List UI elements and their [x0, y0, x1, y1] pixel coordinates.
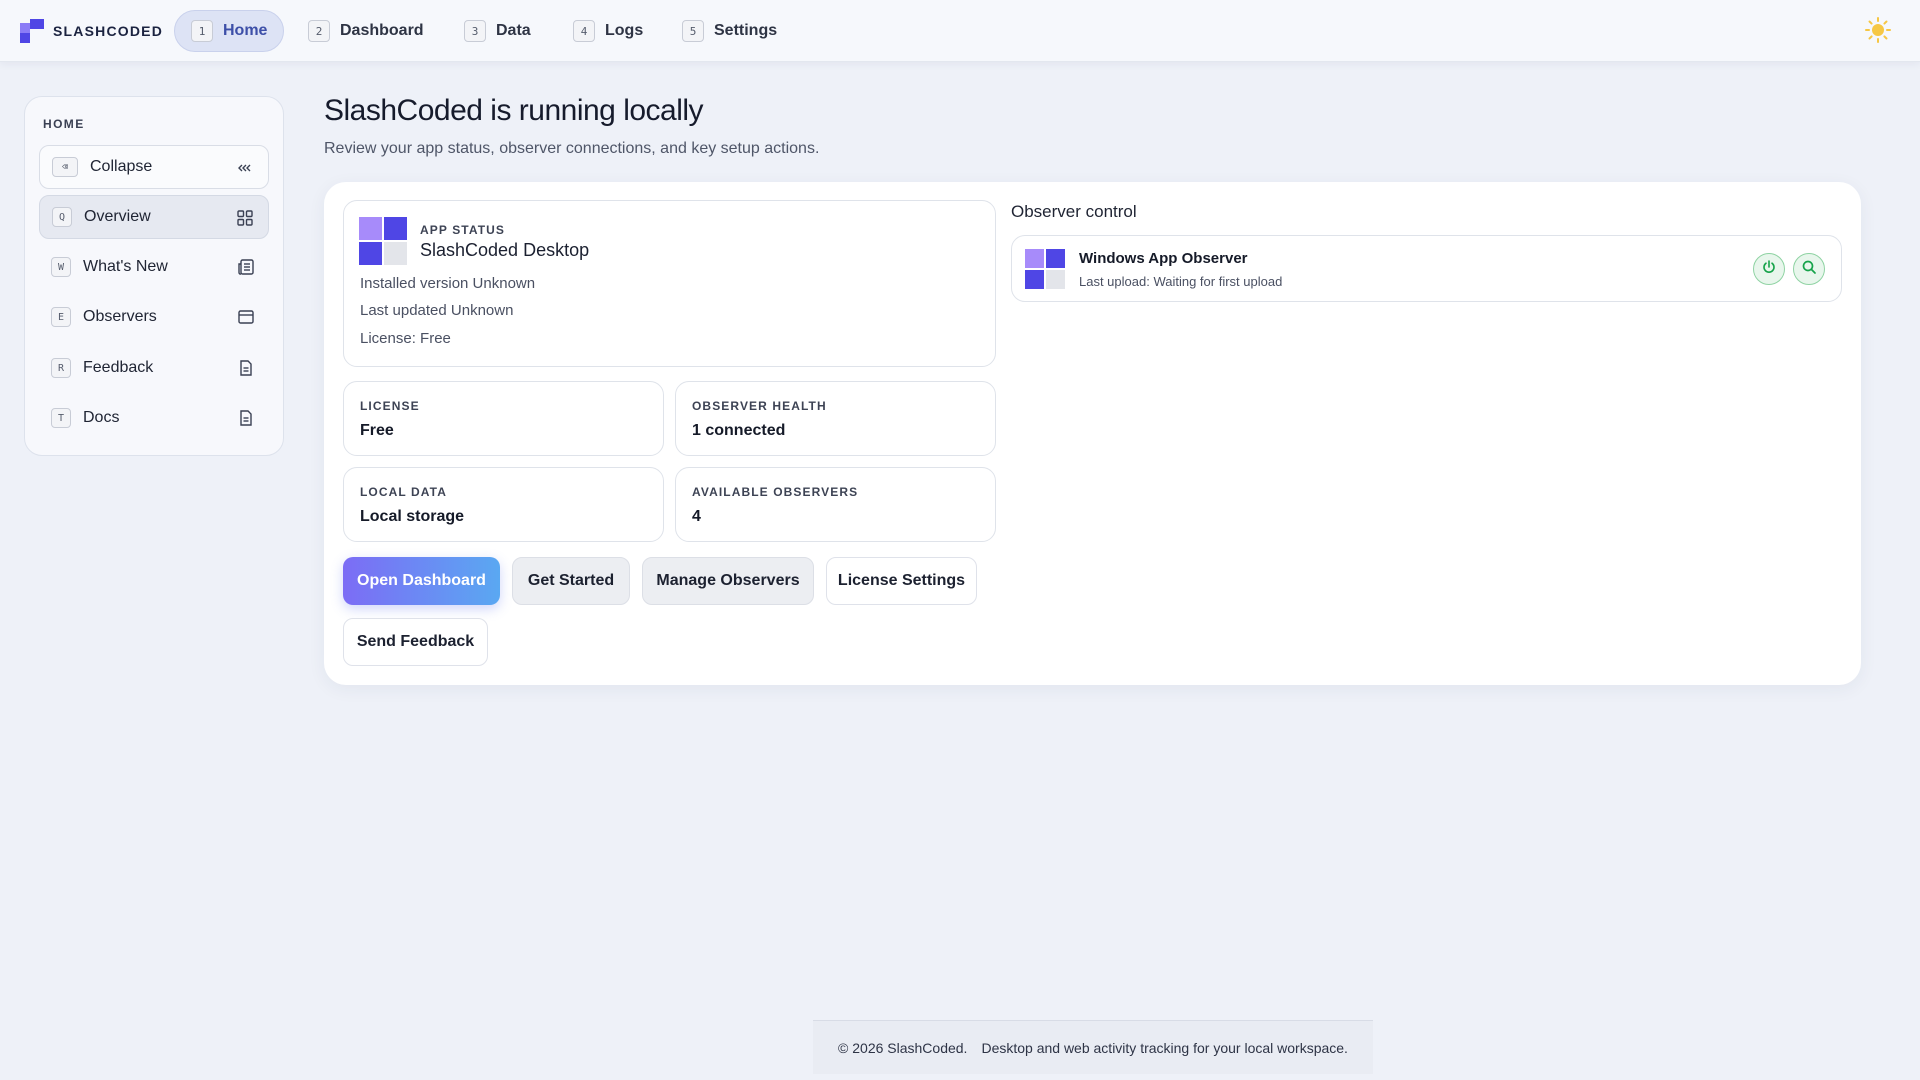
tab-label: Logs: [605, 22, 644, 39]
grid-icon: [236, 209, 254, 227]
manage-observers-button[interactable]: Manage Observers: [642, 557, 814, 605]
tab-settings[interactable]: 5 Settings: [666, 10, 793, 52]
footer-copyright: © 2026 SlashCoded.: [838, 1039, 968, 1056]
stat-card-available-observers: AVAILABLE OBSERVERS 4: [675, 467, 996, 542]
stat-card-license: LICENSE Free: [343, 381, 664, 456]
shortcut-key: 3: [464, 20, 486, 42]
sidebar-item-collapse[interactable]: ⌫ Collapse: [39, 145, 269, 189]
footer: © 2026 SlashCoded. Desktop and web activ…: [813, 1020, 1373, 1074]
sidebar-heading: HOME: [43, 117, 85, 131]
shortcut-key: E: [51, 307, 71, 327]
brand-logo-icon: [20, 19, 44, 43]
get-started-button[interactable]: Get Started: [512, 557, 630, 605]
power-icon: [1761, 259, 1777, 280]
page-title: SlashCoded is running locally: [324, 94, 704, 127]
open-dashboard-button[interactable]: Open Dashboard: [343, 557, 500, 605]
page-subtitle: Review your app status, observer connect…: [324, 140, 820, 157]
last-updated: Last updated Unknown: [360, 302, 514, 319]
tab-logs[interactable]: 4 Logs: [557, 10, 659, 52]
sidebar-item-docs[interactable]: T Docs: [39, 396, 269, 440]
observer-name: Windows App Observer: [1079, 250, 1248, 267]
observer-control-heading: Observer control: [1011, 202, 1137, 221]
license-settings-button[interactable]: License Settings: [826, 557, 977, 605]
shortcut-key: T: [51, 408, 71, 428]
footer-tagline: Desktop and web activity tracking for yo…: [981, 1039, 1348, 1056]
shortcut-key: 5: [682, 20, 704, 42]
tab-label: Settings: [714, 22, 778, 39]
search-icon: [1801, 259, 1817, 280]
shortcut-key: 1: [191, 20, 213, 42]
document-icon: [237, 409, 255, 427]
sidebar-item-label: Feedback: [83, 359, 154, 376]
shortcut-key: Q: [52, 207, 72, 227]
sidebar-item-label: Collapse: [90, 158, 153, 175]
observer-last-upload: Last upload: Waiting for first upload: [1079, 274, 1283, 289]
shortcut-key: 2: [308, 20, 330, 42]
tab-label: Home: [223, 22, 268, 39]
tab-dashboard[interactable]: 2 Dashboard: [292, 10, 440, 52]
stat-value: 1 connected: [692, 422, 786, 439]
sidebar-item-label: Docs: [83, 409, 120, 426]
license-text: License: Free: [360, 330, 451, 347]
newspaper-icon: [237, 258, 255, 276]
brand-name: SLASHCODED: [53, 23, 164, 39]
sidebar-item-feedback[interactable]: R Feedback: [39, 346, 269, 390]
tab-data[interactable]: 3 Data: [448, 10, 547, 52]
stat-label: OBSERVER HEALTH: [692, 399, 827, 413]
document-icon: [237, 359, 255, 377]
power-button[interactable]: [1753, 253, 1785, 285]
stat-card-local-data: LOCAL DATA Local storage: [343, 467, 664, 542]
app-logo-icon: [359, 217, 407, 265]
app-status-label: APP STATUS: [420, 223, 506, 237]
brand[interactable]: SLASHCODED: [20, 19, 163, 43]
tab-home[interactable]: 1 Home: [174, 10, 285, 52]
stat-label: AVAILABLE OBSERVERS: [692, 485, 859, 499]
tab-label: Data: [496, 22, 531, 39]
shortcut-key: 4: [573, 20, 595, 42]
sun-icon[interactable]: [1864, 16, 1892, 44]
sidebar-item-label: What's New: [83, 258, 168, 275]
shortcut-key: W: [51, 257, 71, 277]
search-observer-button[interactable]: [1793, 253, 1825, 285]
stat-value: 4: [692, 508, 701, 525]
stat-card-observer-health: OBSERVER HEALTH 1 connected: [675, 381, 996, 456]
sidebar: HOME ⌫ Collapse Q Overview W What's New: [24, 96, 284, 456]
observer-logo-icon: [1025, 249, 1065, 289]
installed-version: Installed version Unknown: [360, 275, 536, 292]
window-icon: [237, 308, 255, 326]
stat-label: LICENSE: [360, 399, 420, 413]
observer-row: Windows App Observer Last upload: Waitin…: [1011, 235, 1842, 302]
send-feedback-button[interactable]: Send Feedback: [343, 618, 488, 666]
app-status-card: APP STATUS SlashCoded Desktop Installed …: [343, 200, 996, 367]
top-navigation-bar: SLASHCODED 1 Home 2 Dashboard 3 Data 4 L…: [0, 0, 1920, 62]
shortcut-key: R: [51, 358, 71, 378]
sidebar-item-observers[interactable]: E Observers: [39, 295, 269, 339]
tab-label: Dashboard: [340, 22, 424, 39]
sidebar-item-whats-new[interactable]: W What's New: [39, 245, 269, 289]
sidebar-item-label: Overview: [84, 208, 151, 225]
shortcut-key: ⌫: [52, 157, 78, 177]
stat-value: Free: [360, 422, 394, 439]
main-panel: APP STATUS SlashCoded Desktop Installed …: [324, 182, 1861, 685]
sidebar-item-label: Observers: [83, 308, 157, 325]
chevrons-left-icon: [236, 159, 254, 177]
stat-value: Local storage: [360, 508, 465, 525]
sidebar-item-overview[interactable]: Q Overview: [39, 195, 269, 239]
app-name: SlashCoded Desktop: [420, 240, 590, 260]
stat-label: LOCAL DATA: [360, 485, 447, 499]
